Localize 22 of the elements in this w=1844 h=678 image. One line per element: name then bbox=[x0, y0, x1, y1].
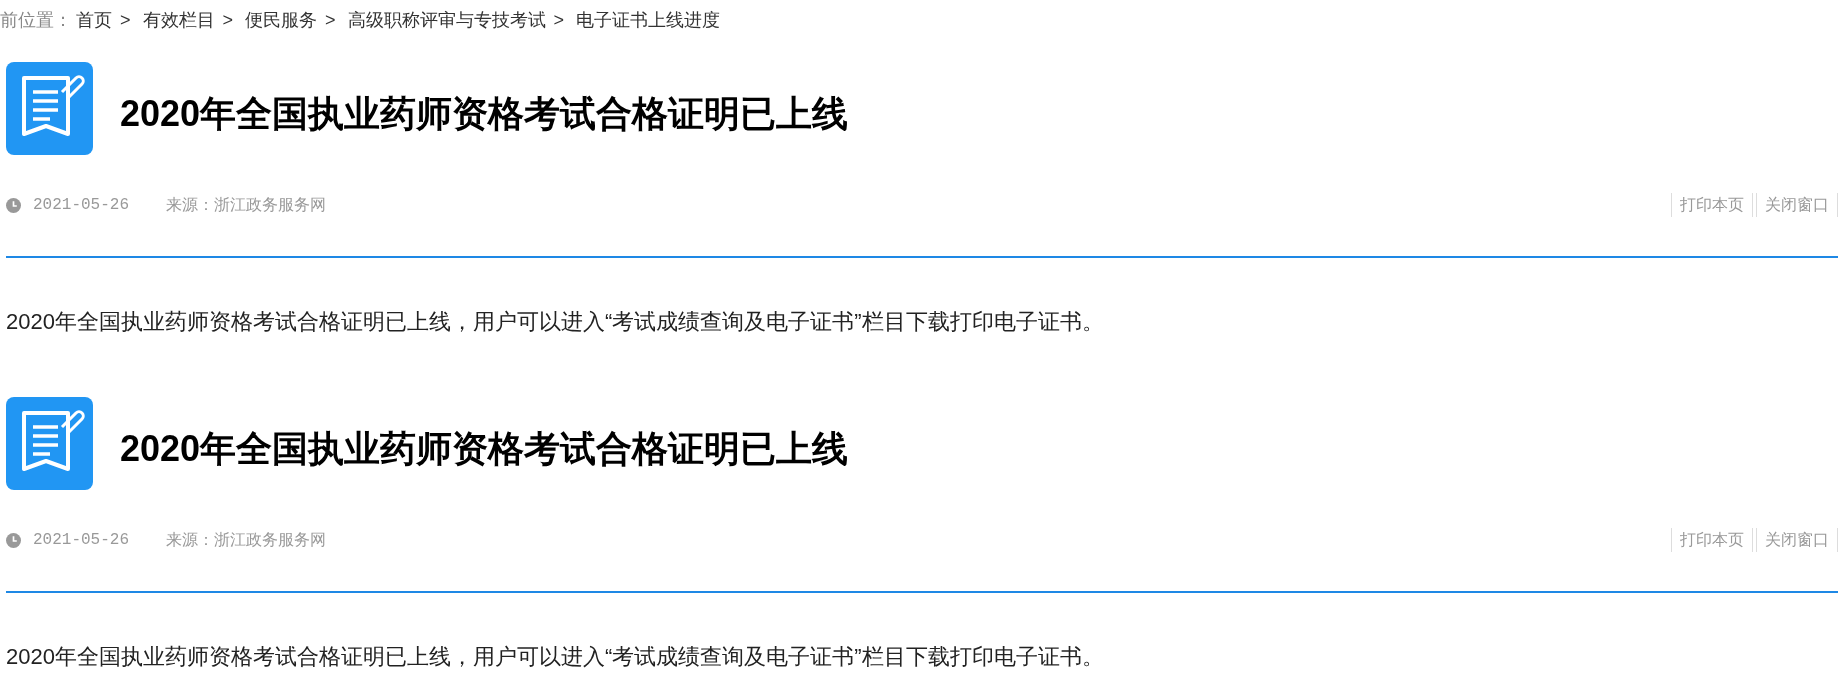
article-title: 2020年全国执业药师资格考试合格证明已上线 bbox=[120, 91, 849, 136]
breadcrumb-link[interactable]: 便民服务 bbox=[245, 6, 318, 34]
article-date: 2021-05-26 bbox=[33, 195, 129, 216]
article-source: 来源：浙江政务服务网 bbox=[166, 530, 326, 550]
clock-icon bbox=[6, 532, 21, 548]
breadcrumb-link[interactable]: 有效栏目 bbox=[142, 6, 215, 34]
document-icon bbox=[6, 62, 93, 155]
breadcrumb-label: 前位置： bbox=[0, 8, 72, 32]
article-source: 来源：浙江政务服务网 bbox=[166, 195, 326, 215]
article-body: 2020年全国执业药师资格考试合格证明已上线，用户可以进入“考试成绩查询及电子证书”栏目下载打印电子证书。 bbox=[6, 645, 1105, 669]
article-body: 2020年全国执业药师资格考试合格证明已上线，用户可以进入“考试成绩查询及电子证书”栏目下载打印电子证书。 bbox=[6, 310, 1105, 334]
breadcrumb-link[interactable]: 电子证书上线进度 bbox=[576, 6, 721, 34]
breadcrumb-separator: > bbox=[222, 8, 234, 32]
breadcrumb-link[interactable]: 首页 bbox=[76, 6, 112, 34]
clock-icon bbox=[6, 197, 21, 213]
article-date: 2021-05-26 bbox=[33, 530, 129, 551]
document-icon bbox=[6, 397, 93, 490]
breadcrumb-separator: > bbox=[553, 8, 565, 32]
article-title: 2020年全国执业药师资格考试合格证明已上线 bbox=[120, 426, 849, 471]
breadcrumb-separator: > bbox=[325, 8, 336, 32]
breadcrumb-link[interactable]: 高级职称评审与专技考试 bbox=[347, 6, 546, 34]
breadcrumb-separator: > bbox=[120, 8, 131, 32]
